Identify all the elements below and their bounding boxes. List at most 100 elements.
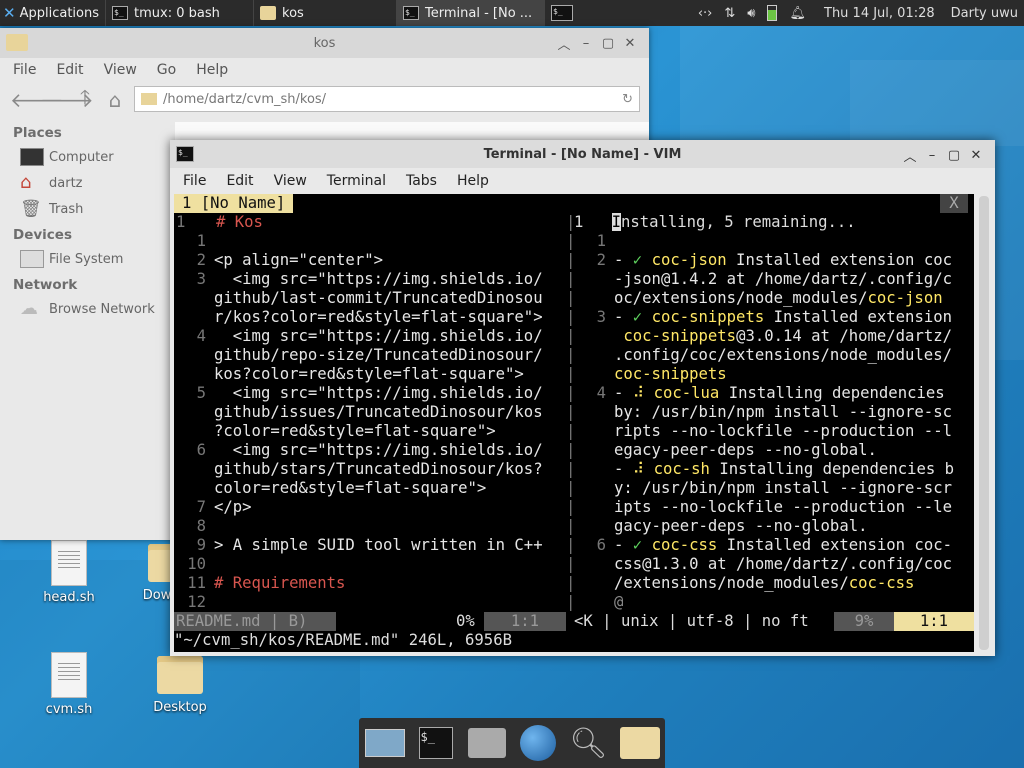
script-file-icon [51,652,87,698]
term-menu-terminal[interactable]: Terminal [317,173,396,189]
fm-menu-edit[interactable]: Edit [46,62,93,78]
dock-app-finder[interactable]: 🔍︎ [568,723,610,763]
code-line: 7 </p> [174,498,566,517]
fm-menu-help[interactable]: Help [186,62,238,78]
task-terminal-vim[interactable]: $_ Terminal - [No ... [396,0,544,26]
battery-icon[interactable] [767,5,778,21]
task-kos[interactable]: kos [253,0,396,26]
workspace-switcher[interactable]: $_ [544,0,593,26]
clock[interactable]: Thu 14 Jul, 01:28 [824,6,935,21]
fm-menu-go[interactable]: Go [147,62,186,78]
term-menu-view[interactable]: View [264,173,317,189]
show-desktop-icon [364,729,405,757]
dock-files[interactable] [619,723,661,763]
term-menu-file[interactable]: File [173,173,216,189]
dock-home-folder[interactable] [466,723,508,763]
separator-char: | [566,498,576,516]
coc-output-text: - ✓ coc-css Installed extension coc- [614,536,952,554]
separator-char: | [566,536,576,554]
applications-menu[interactable]: ✕ Applications [0,0,105,26]
separator-char: | [566,460,576,478]
terminal-titlebar[interactable]: $_ Terminal - [No Name] - VIM ︿ – ▢ ✕ [170,140,995,168]
coc-install-header: 1 Installing, 5 remaining... [574,213,856,231]
chevron-up-icon[interactable]: ︿ [553,34,575,53]
desktop-icon-head-sh[interactable]: head.sh [24,540,114,605]
code-line: 10 [174,555,566,574]
coc-output-line: egacy-peer-deps --no-global. [574,441,974,460]
minimize-button[interactable]: – [575,36,597,51]
task-tmux[interactable]: $_ tmux: 0 bash [105,0,253,26]
transfer-icon[interactable]: ⇅ [724,6,735,21]
coc-output-line: - ⠼ coc-sh Installing dependencies b [574,460,974,479]
vim-tab-close[interactable]: X [940,194,968,213]
separator-char: | [566,441,576,459]
top-panel: ✕ Applications $_ tmux: 0 bash kos $_ Te… [0,0,1024,26]
line-number: 11 [187,574,206,592]
vim-command-line[interactable]: "~/cvm_sh/kos/README.md" 246L, 6956B [174,631,974,650]
folder-icon [141,93,157,105]
term-menu-edit[interactable]: Edit [216,173,263,189]
vim-tabline: 1 [No Name] X [174,194,974,213]
sidebar-item-browse-network[interactable]: ☁︎ Browse Network [0,296,175,322]
coc-output-text: - ⠼ coc-lua Installing dependencies [614,384,945,402]
separator-char: | [566,251,576,269]
desktop-icon-cvm-sh[interactable]: cvm.sh [24,652,114,717]
sidebar-item-computer[interactable]: Computer [0,144,175,170]
code-text: <img src="https://img.shields.io/ [214,270,543,288]
user-menu[interactable]: Darty uwu [951,6,1018,21]
line-number: 9 [196,536,206,554]
terminal-scrollbar[interactable] [979,196,989,650]
code-line: github/issues/TruncatedDinosour/kos [174,403,566,422]
fm-titlebar[interactable]: kos ︿ – ▢ ✕ [0,28,649,58]
line-number: 1 [596,232,606,250]
dock-show-desktop[interactable] [364,723,406,763]
sidebar-item-filesystem[interactable]: File System [0,246,175,272]
code-line: 11 # Requirements [174,574,566,593]
forward-arrow-icon[interactable]: 🡒 [40,88,94,112]
term-menu-help[interactable]: Help [447,173,499,189]
coc-output-text: egacy-peer-deps --no-global. [614,441,877,459]
fm-menu-view[interactable]: View [94,62,147,78]
line-number: 12 [187,593,206,611]
location-bar[interactable]: /home/dartz/cvm_sh/kos/ ↻ [134,86,640,112]
code-text: <img src="https://img.shields.io/ [214,384,543,402]
close-button[interactable]: ✕ [965,148,987,163]
term-menu-tabs[interactable]: Tabs [396,173,447,189]
coc-output-line: y: /usr/bin/npm install --ignore-scr [574,479,974,498]
folder-icon [260,6,276,20]
sidebar-item-home[interactable]: ⌂ dartz [0,170,175,196]
minimize-button[interactable]: – [921,148,943,163]
code-line: 1 [174,232,566,251]
separator-char: | [566,289,576,307]
home-icon[interactable]: ⌂ [100,88,130,112]
terminal-screen[interactable]: 1 [No Name] X 1 # Kos 1 2 <p align="center">… [174,194,974,652]
line-number: 8 [196,517,206,535]
network-arrows-icon[interactable]: ‹·› [698,6,713,21]
drive-icon [20,250,44,268]
line-number: 4 [596,384,606,402]
coc-output-line: 2 - ✓ coc-json Installed extension coc [574,251,974,270]
fm-menubar: File Edit View Go Help [0,58,649,82]
reload-icon[interactable]: ↻ [622,92,633,107]
vim-tab-current[interactable]: 1 [No Name] [174,194,294,213]
maximize-button[interactable]: ▢ [943,148,965,163]
fm-menu-file[interactable]: File [3,62,46,78]
maximize-button[interactable]: ▢ [597,36,619,51]
code-line: color=red&style=flat-square"> [174,479,566,498]
close-button[interactable]: ✕ [619,36,641,51]
separator-char: | [566,346,576,364]
volume-icon[interactable]: 🔊︎ [747,6,755,21]
separator-char: | [566,403,576,421]
chevron-up-icon[interactable]: ︿ [899,146,921,165]
notification-bell-icon[interactable]: 🔔︎ [789,6,806,21]
up-arrow-icon[interactable]: 🡑 [70,83,100,117]
desktop-icon-desktop[interactable]: Desktop [135,652,225,715]
dock-terminal[interactable]: $_ [415,723,457,763]
code-text: kos?color=red&style=flat-square"> [214,365,524,383]
sidebar-item-trash[interactable]: 🗑︎ Trash [0,196,175,222]
coc-output-line: ipts --no-lockfile --production --le [574,498,974,517]
back-arrow-icon[interactable]: 🡐 [10,88,64,112]
dock-web-browser[interactable] [517,723,559,763]
